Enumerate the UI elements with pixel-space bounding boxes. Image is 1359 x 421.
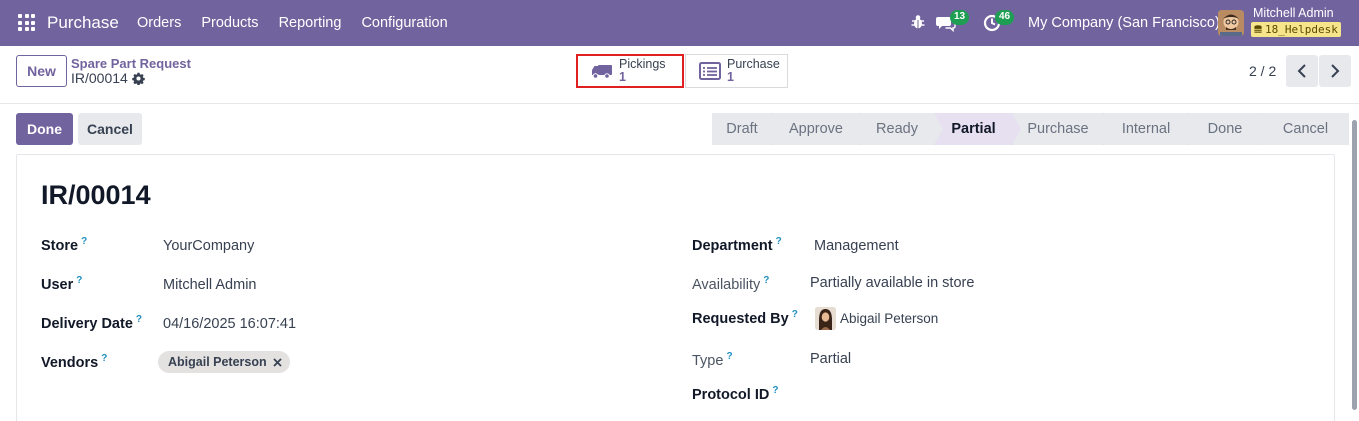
department-field[interactable]: Management <box>814 238 899 254</box>
department-label: Department? <box>692 236 782 254</box>
delivery-date-label: Delivery Date? <box>41 314 142 332</box>
vendor-tag[interactable]: Abigail Peterson <box>158 351 290 373</box>
record-title: IR/00014 <box>41 180 151 210</box>
stage-done-label: Done <box>1207 121 1243 137</box>
stage-internal[interactable]: Internal <box>1103 113 1197 145</box>
user-label: User? <box>41 275 82 293</box>
department-label-text: Department <box>692 237 773 254</box>
vendor-tag-label: Abigail Peterson <box>168 355 267 369</box>
pager-next-button[interactable] <box>1319 55 1351 87</box>
user-label-text: User <box>41 276 74 293</box>
availability-label: Availability? <box>692 275 769 293</box>
stage-approve[interactable]: Approve <box>772 113 868 145</box>
company-switcher[interactable]: My Company (San Francisco) <box>1028 15 1220 31</box>
pickings-smart-button[interactable]: Pickings 1 <box>576 54 684 88</box>
requested-by-label: Requested By? <box>692 309 798 327</box>
delivery-date-help-icon[interactable]: ? <box>136 314 142 325</box>
menu-item-reporting[interactable]: Reporting <box>279 15 342 31</box>
chevron-left-icon <box>1297 64 1306 78</box>
stage-ready[interactable]: Ready <box>859 113 943 145</box>
protocol-id-help-icon[interactable]: ? <box>772 385 778 396</box>
stage-done[interactable]: Done <box>1188 113 1270 145</box>
stage-purchase-label: Purchase <box>1027 121 1089 137</box>
main-menu: Orders Products Reporting Configuration <box>137 15 448 31</box>
store-help-icon[interactable]: ? <box>81 236 87 247</box>
requested-by-label-text: Requested By <box>692 310 789 327</box>
done-button[interactable]: Done <box>16 113 73 145</box>
requested-by-help-icon[interactable]: ? <box>792 309 798 320</box>
stage-draft-label: Draft <box>726 121 758 137</box>
stage-partial[interactable]: Partial <box>934 113 1021 145</box>
debug-bug-icon[interactable] <box>911 14 925 30</box>
stage-internal-label: Internal <box>1121 121 1171 137</box>
stage-ready-label: Ready <box>876 121 918 137</box>
user-avatar[interactable] <box>1218 10 1244 36</box>
top-navbar: Purchase Orders Products Reporting Confi… <box>0 0 1359 46</box>
messages-count-badge: 13 <box>950 10 970 25</box>
department-help-icon[interactable]: ? <box>776 236 782 247</box>
store-field[interactable]: YourCompany <box>163 238 254 254</box>
protocol-id-label-text: Protocol ID <box>692 386 770 403</box>
vendors-help-icon[interactable]: ? <box>101 353 107 364</box>
purchase-label: Purchase <box>727 57 780 71</box>
type-label-text: Type <box>692 352 724 369</box>
user-help-icon[interactable]: ? <box>76 275 82 286</box>
purchase-count: 1 <box>727 70 734 84</box>
pickings-count: 1 <box>619 70 626 84</box>
activities-count-badge: 46 <box>995 10 1015 25</box>
chevron-right-icon <box>1331 64 1340 78</box>
protocol-id-label: Protocol ID? <box>692 385 778 403</box>
menu-item-configuration[interactable]: Configuration <box>361 15 447 31</box>
pager-value[interactable]: 2 / 2 <box>1249 63 1276 79</box>
availability-field: Partially available in store <box>810 275 975 291</box>
app-name[interactable]: Purchase <box>47 13 119 33</box>
gear-icon[interactable] <box>132 72 145 85</box>
delivery-date-field[interactable]: 04/16/2025 16:07:41 <box>163 316 296 332</box>
page-scrollbar[interactable] <box>1352 120 1357 410</box>
user-field[interactable]: Mitchell Admin <box>163 277 256 293</box>
pager-previous-button[interactable] <box>1286 55 1318 87</box>
stage-approve-label: Approve <box>788 121 843 137</box>
type-label: Type? <box>692 351 733 369</box>
requester-avatar <box>815 307 836 330</box>
availability-help-icon[interactable]: ? <box>763 275 769 286</box>
availability-label-text: Availability <box>692 276 761 293</box>
store-label-text: Store <box>41 237 79 254</box>
stage-purchase[interactable]: Purchase <box>1012 113 1112 145</box>
type-field: Partial <box>810 351 852 367</box>
stage-cancel[interactable]: Cancel <box>1261 113 1349 145</box>
stage-cancel-label: Cancel <box>1282 121 1329 137</box>
status-bar: Draft Approve Ready Partial Purchase Int… <box>712 113 1349 145</box>
user-name[interactable]: Mitchell Admin <box>1253 6 1334 20</box>
requested-by-field[interactable]: Abigail Peterson <box>840 311 938 326</box>
purchase-smart-button[interactable]: Purchase 1 <box>685 54 788 88</box>
stage-draft[interactable]: Draft <box>712 113 781 145</box>
new-button[interactable]: New <box>16 55 67 87</box>
type-help-icon[interactable]: ? <box>726 351 732 362</box>
remove-tag-icon[interactable] <box>273 357 282 367</box>
cancel-button[interactable]: Cancel <box>78 113 142 145</box>
control-panel: New Spare Part Request IR/00014 Pickings… <box>0 46 1359 104</box>
delivery-date-label-text: Delivery Date <box>41 315 133 332</box>
stage-partial-label: Partial <box>951 121 996 137</box>
vendors-label-text: Vendors <box>41 354 99 371</box>
record-breadcrumb: IR/00014 <box>71 70 145 86</box>
truck-icon <box>592 65 612 79</box>
database-badge: 18_Helpdesk <box>1251 22 1341 37</box>
store-label: Store? <box>41 236 87 254</box>
list-document-icon <box>699 62 721 80</box>
app-grid-icon[interactable] <box>18 14 35 31</box>
menu-item-orders[interactable]: Orders <box>137 15 181 31</box>
breadcrumb-spare-part-request[interactable]: Spare Part Request <box>71 56 191 71</box>
database-name: 18_Helpdesk <box>1265 23 1338 36</box>
vendors-label: Vendors? <box>41 353 107 371</box>
database-icon <box>1254 25 1262 33</box>
menu-item-products[interactable]: Products <box>201 15 258 31</box>
record-name: IR/00014 <box>71 70 128 86</box>
